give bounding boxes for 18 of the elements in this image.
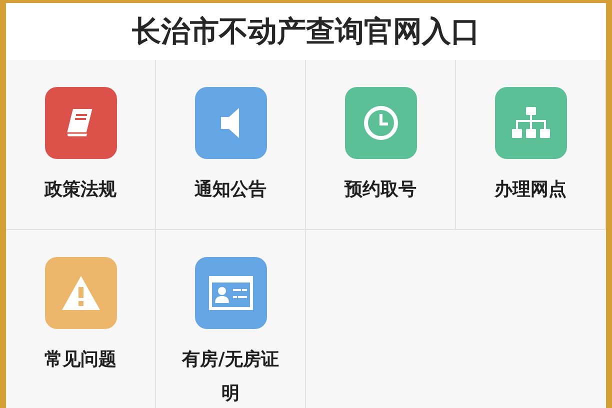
menu-icon-tile[interactable] [44, 257, 116, 329]
menu-label[interactable]: 常见问题 [30, 343, 130, 377]
page-title: 长治市不动产查询官网入口 [132, 12, 480, 50]
menu-label[interactable]: 办理网点 [480, 173, 580, 207]
menu-icon-tile[interactable] [44, 87, 116, 159]
speaker-icon [220, 108, 240, 138]
menu-icon-tile[interactable] [194, 257, 266, 329]
warning-icon [60, 275, 100, 311]
menu-label[interactable]: 政策法规 [30, 173, 130, 207]
menu-label[interactable]: 有房/无房证明 [180, 343, 280, 408]
clock-icon [362, 105, 398, 141]
menu-icon-tile[interactable] [194, 87, 266, 159]
menu-icon-tile[interactable] [494, 87, 566, 159]
menu-label[interactable]: 通知公告 [180, 173, 280, 207]
menu-label[interactable]: 预约取号 [330, 173, 430, 207]
sitemap-icon [512, 107, 550, 139]
id-card-icon [208, 276, 252, 310]
menu-icon-tile[interactable] [344, 87, 416, 159]
